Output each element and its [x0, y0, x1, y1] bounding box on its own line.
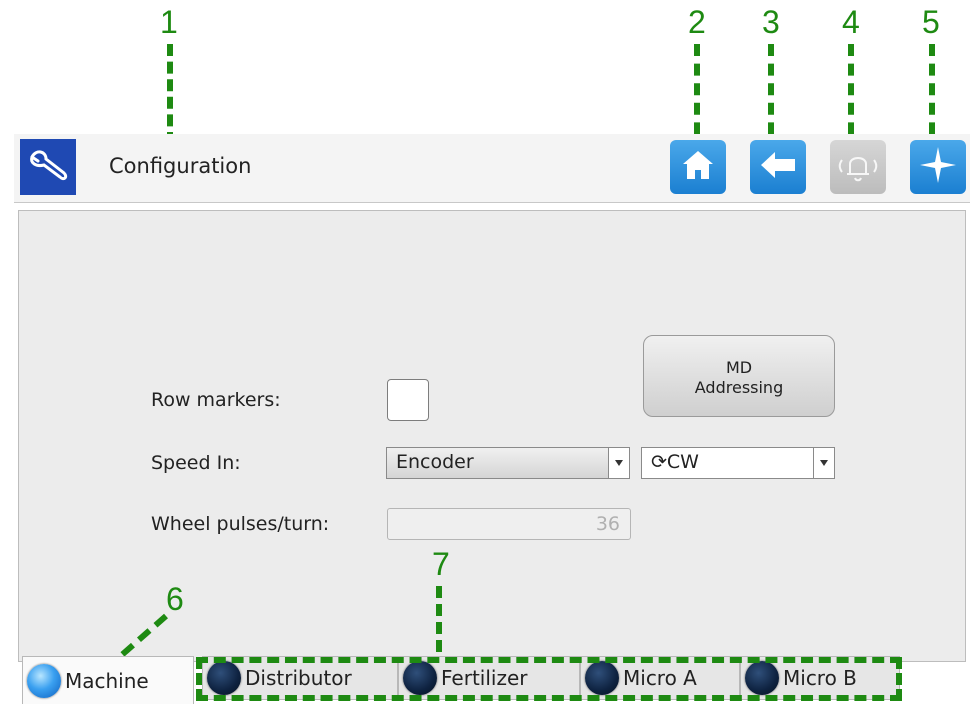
tab-micro-b[interactable]: Micro B: [740, 656, 900, 700]
callout-2: 2: [688, 4, 706, 40]
md-addressing-button[interactable]: MD Addressing: [643, 335, 835, 417]
home-icon: [680, 148, 716, 186]
tab-label: Distributor: [245, 666, 352, 690]
callout-1-line: [167, 44, 179, 144]
callout-5: 5: [922, 4, 940, 40]
row-markers-label: Row markers:: [151, 389, 281, 411]
status-led-icon: [27, 663, 61, 698]
tab-micro-a[interactable]: Micro A: [580, 656, 740, 700]
tab-machine[interactable]: Machine: [22, 656, 194, 704]
compass-icon: [918, 145, 958, 189]
callout-7-line: [436, 586, 448, 652]
callout-7: 7: [432, 546, 450, 582]
md-addressing-label-line2: Addressing: [694, 378, 784, 397]
md-addressing-label-line1: MD: [725, 358, 753, 377]
speed-in-value: Encoder: [396, 451, 474, 473]
status-led-icon: [207, 661, 241, 695]
tab-label: Machine: [65, 668, 149, 693]
direction-value: ⟳CW: [651, 451, 699, 473]
speed-in-select[interactable]: Encoder: [386, 447, 630, 479]
home-button[interactable]: [670, 140, 726, 194]
alarm-bell-icon: [836, 148, 880, 186]
direction-select[interactable]: ⟳CW: [641, 447, 835, 479]
callout-6: 6: [166, 581, 184, 617]
status-led-icon: [745, 661, 779, 695]
tab-label: Micro A: [623, 666, 697, 690]
wheel-pulses-label: Wheel pulses/turn:: [151, 513, 330, 535]
callout-3: 3: [762, 4, 780, 40]
back-arrow-icon: [759, 150, 797, 184]
wheel-pulses-value: 36: [595, 513, 620, 535]
callout-4: 4: [842, 4, 860, 40]
tab-label: Micro B: [783, 666, 857, 690]
tab-distributor[interactable]: Distributor: [202, 656, 398, 700]
page-title: Configuration: [109, 154, 252, 178]
status-led-icon: [585, 661, 619, 695]
tab-fertilizer[interactable]: Fertilizer: [398, 656, 580, 700]
alarm-button[interactable]: [830, 140, 886, 194]
row-markers-checkbox[interactable]: [387, 379, 429, 421]
wrench-icon: [20, 139, 76, 195]
back-button[interactable]: [750, 140, 806, 194]
navigation-button[interactable]: [910, 140, 966, 194]
wheel-pulses-field[interactable]: 36: [387, 508, 631, 540]
speed-in-label: Speed In:: [151, 452, 241, 474]
status-led-icon: [403, 661, 437, 695]
chevron-down-icon: [813, 448, 834, 478]
chevron-down-icon: [608, 448, 629, 478]
callout-1: 1: [160, 4, 178, 40]
configuration-panel: MD Addressing Row markers: Speed In: Enc…: [18, 210, 966, 662]
header-bar: Configuration: [14, 134, 970, 203]
tab-label: Fertilizer: [441, 666, 528, 690]
